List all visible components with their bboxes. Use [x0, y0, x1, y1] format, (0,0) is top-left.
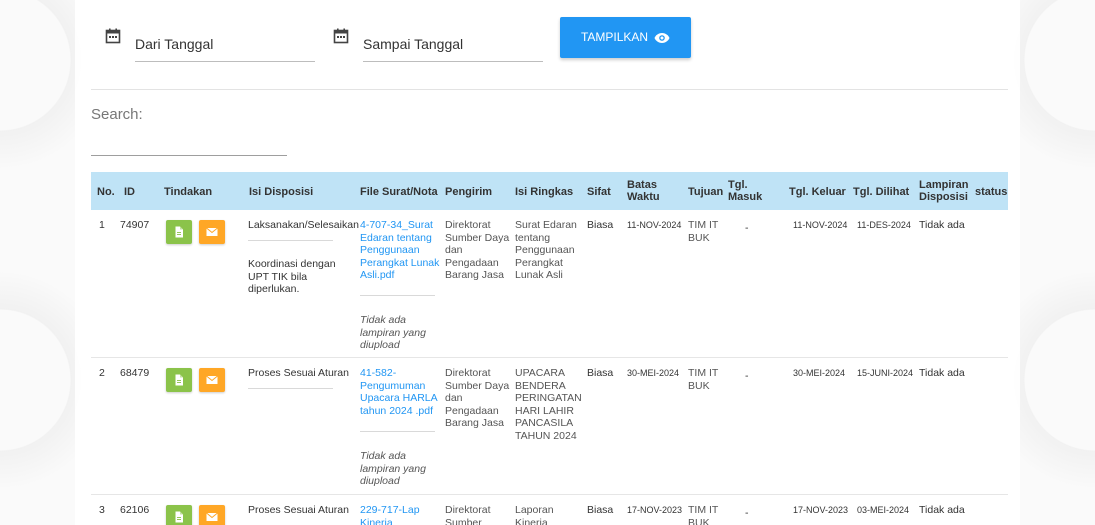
document-icon — [173, 226, 185, 238]
summary: Laporan Kinerja — [515, 504, 554, 525]
col-out-date: Tgl. Keluar — [789, 186, 846, 198]
in-date: - — [745, 222, 749, 234]
target: TIM IT BUK — [688, 219, 719, 244]
col-status: status — [975, 186, 1008, 198]
col-deadline: Batas Waktu — [627, 179, 660, 203]
col-in-date: Tgl. Masuk — [728, 179, 763, 203]
col-action: Tindakan — [164, 186, 213, 198]
eye-icon — [654, 32, 670, 44]
file-link[interactable]: 4-707-34_Surat Edaran tentang Penggunaan… — [360, 219, 440, 282]
send-mail-button[interactable] — [199, 368, 225, 392]
to-date-label: Sampai Tanggal — [363, 36, 464, 52]
send-mail-button[interactable] — [199, 220, 225, 244]
table-row: 3 62106 Proses Sesuai Aturan 229-717-Lap… — [91, 495, 1008, 525]
no-attachment-note: Tidak ada lampiran yang diupload — [360, 450, 426, 487]
summary: UPACARA BENDERA PERINGATAN HARI LAHIR PA… — [515, 367, 582, 442]
col-no: No. — [97, 186, 115, 198]
sender: Direktorat Sumber Daya dan Pengadaan Bar… — [445, 219, 510, 281]
attachment: Tidak ada — [919, 504, 965, 516]
table-row: 1 74907 Laksanakan/Selesaikan Koordinasi… — [91, 210, 1008, 358]
filter-divider — [91, 89, 1008, 90]
show-button[interactable]: TAMPILKAN — [560, 17, 691, 58]
summary: Surat Edaran tentang Penggunaan Perangka… — [515, 219, 577, 281]
to-date-field[interactable]: Sampai Tanggal — [333, 28, 553, 62]
disposition-note: Koordinasi dengan UPT TIK bila diperluka… — [248, 258, 336, 295]
nature: Biasa — [587, 504, 614, 516]
page-content: Dari Tanggal Sampai Tanggal TAMPILKAN Se… — [75, 0, 1020, 525]
table-header: No. ID Tindakan Isi Disposisi File Surat… — [91, 172, 1008, 210]
col-summary: Isi Ringkas — [515, 186, 574, 198]
divider — [360, 431, 435, 432]
sender: Direktorat Sumber — [445, 504, 491, 525]
deadline: 17-NOV-2023 — [627, 505, 683, 515]
col-nature: Sifat — [587, 186, 611, 198]
col-target: Tujuan — [688, 186, 724, 198]
view-document-button[interactable] — [166, 220, 192, 244]
row-id: 74907 — [120, 219, 150, 231]
no-attachment-note: Tidak ada lampiran yang diupload — [360, 314, 426, 351]
seen-date: 15-JUNI-2024 — [857, 368, 914, 378]
view-document-button[interactable] — [166, 368, 192, 392]
disposition-table: No. ID Tindakan Isi Disposisi File Surat… — [91, 172, 1008, 525]
nature: Biasa — [587, 367, 614, 379]
table-row: 2 68479 Proses Sesuai Aturan 41-582-Peng… — [91, 358, 1008, 495]
col-seen-date: Tgl. Dilihat — [853, 186, 910, 198]
row-id: 62106 — [120, 504, 150, 516]
divider — [360, 295, 435, 296]
disposition-text: Proses Sesuai Aturan — [248, 367, 349, 379]
disposition-text: Proses Sesuai Aturan — [248, 504, 349, 516]
document-icon — [173, 374, 185, 386]
file-link[interactable]: 41-582-Pengumuman Upacara HARLA tahun 20… — [360, 367, 440, 417]
attachment: Tidak ada — [919, 367, 965, 379]
attachment: Tidak ada — [919, 219, 965, 231]
out-date: 30-MEI-2024 — [793, 368, 846, 378]
seen-date: 03-MEI-2024 — [857, 505, 910, 515]
deadline: 30-MEI-2024 — [627, 368, 680, 378]
col-file: File Surat/Nota — [360, 186, 438, 198]
search-label: Search: — [91, 106, 143, 123]
document-icon — [173, 511, 185, 523]
view-document-button[interactable] — [166, 505, 192, 525]
divider — [248, 388, 333, 389]
in-date: - — [745, 507, 749, 519]
seen-date: 11-DES-2024 — [857, 220, 911, 230]
to-date-underline — [363, 61, 543, 62]
target: TIM IT BUK — [688, 504, 719, 525]
col-attachment: Lampiran Disposisi — [919, 179, 969, 203]
row-no: 2 — [99, 367, 105, 379]
col-disposition: Isi Disposisi — [249, 186, 314, 198]
search-input[interactable] — [91, 155, 287, 156]
row-no: 3 — [99, 504, 105, 516]
calendar-icon — [333, 28, 349, 44]
in-date: - — [745, 370, 749, 382]
send-mail-button[interactable] — [199, 505, 225, 525]
out-date: 17-NOV-2023 — [793, 505, 849, 515]
from-date-field[interactable]: Dari Tanggal — [105, 28, 315, 62]
col-sender: Pengirim — [445, 186, 493, 198]
calendar-icon — [105, 28, 121, 44]
out-date: 11-NOV-2024 — [793, 220, 848, 230]
sender: Direktorat Sumber Daya dan Pengadaan Bar… — [445, 367, 510, 429]
divider — [248, 240, 333, 241]
disposition-text: Laksanakan/Selesaikan — [248, 219, 359, 231]
nature: Biasa — [587, 219, 614, 231]
mail-icon — [206, 374, 218, 386]
file-link[interactable]: 229-717-Lap Kinerja — [360, 504, 440, 525]
row-id: 68479 — [120, 367, 150, 379]
mail-icon — [206, 226, 218, 238]
from-date-label: Dari Tanggal — [135, 36, 214, 52]
deadline: 11-NOV-2024 — [627, 220, 682, 230]
target: TIM IT BUK — [688, 367, 719, 392]
col-id: ID — [124, 186, 135, 198]
row-no: 1 — [99, 219, 105, 231]
show-button-label: TAMPILKAN — [580, 30, 649, 44]
from-date-underline — [135, 61, 315, 62]
mail-icon — [206, 511, 218, 523]
